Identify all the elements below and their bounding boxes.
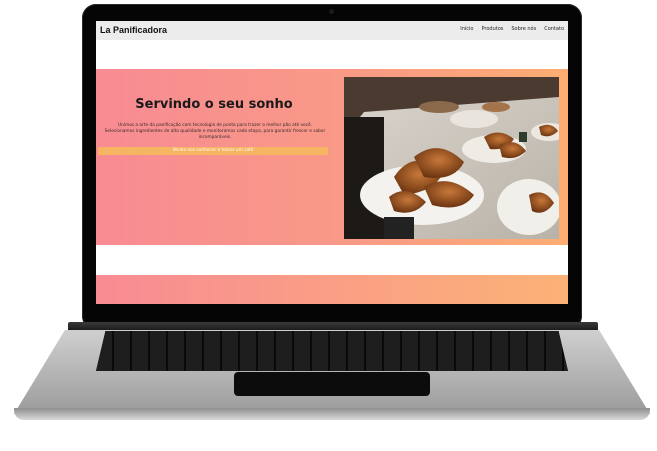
- cta-button[interactable]: Venha nos conhecer e tomar um café: [98, 147, 328, 155]
- nav-link-inicio[interactable]: Início: [460, 26, 473, 32]
- site-logo[interactable]: La Panificadora: [100, 25, 167, 35]
- site-nav: Início Produtos Sobre nós Contato: [460, 26, 564, 32]
- hero-image: [344, 77, 559, 239]
- laptop-base-edge: [14, 408, 650, 420]
- croissant-photo-illustration: [344, 77, 559, 239]
- hero-section: Servindo o seu sonho Unimos a arte da pa…: [96, 69, 568, 245]
- laptop-keyboard: [96, 331, 568, 371]
- webcam-icon: [329, 9, 334, 14]
- laptop-screen: La Panificadora Início Produtos Sobre nó…: [96, 21, 568, 304]
- nav-link-contato[interactable]: Contato: [544, 26, 564, 32]
- nav-link-sobre[interactable]: Sobre nós: [511, 26, 536, 32]
- site-header: La Panificadora Início Produtos Sobre nó…: [96, 21, 568, 40]
- cta-label: Venha nos conhecer e tomar um café: [172, 148, 254, 153]
- hero-title: Servindo o seu sonho: [135, 97, 293, 112]
- nav-link-produtos[interactable]: Produtos: [481, 26, 503, 32]
- next-section-band: [96, 275, 568, 304]
- hero-description: Unimos a arte da panificação com tecnolo…: [104, 123, 326, 140]
- laptop-touchpad: [234, 372, 430, 396]
